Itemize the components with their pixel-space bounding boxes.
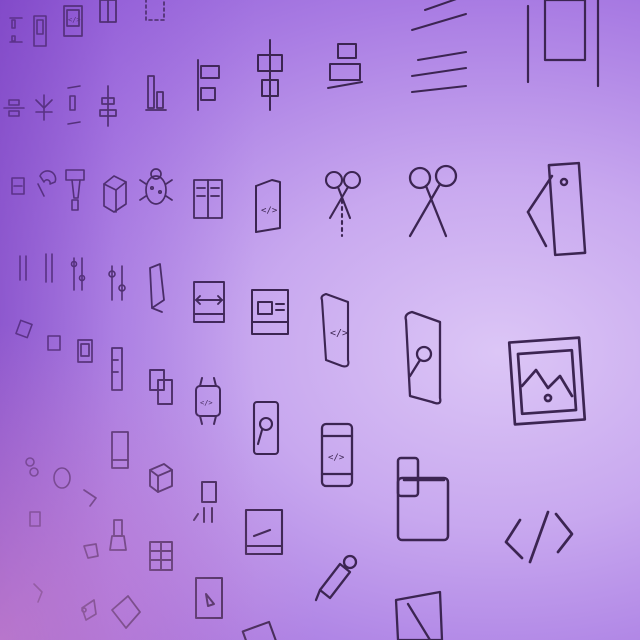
- book-icon: [193, 179, 223, 219]
- tablet-corner-icon: [241, 620, 279, 640]
- node-path-icon: [111, 595, 141, 629]
- align-right-boxes-icon: [99, 85, 117, 127]
- prism-icon: [149, 263, 165, 313]
- lasso-icon: [53, 467, 71, 489]
- picture-frame-icon: [33, 15, 47, 47]
- scissors-icon: [408, 164, 458, 238]
- brush-holder-icon: [11, 177, 25, 195]
- cursor-window-icon: [195, 577, 223, 619]
- eyedropper-icon: [314, 554, 358, 602]
- plug-icon: [193, 481, 217, 523]
- svg-text:</>: </>: [200, 399, 213, 407]
- code-brackets-icon: [504, 510, 574, 564]
- sliders-icon: [19, 253, 126, 301]
- tablet-small-icon: [77, 339, 93, 363]
- swatch-icon: [526, 161, 587, 257]
- bug-icon: [139, 168, 173, 205]
- brush-icon: [109, 519, 127, 551]
- align-justify-icon: [410, 50, 468, 94]
- scissors-cut-icon: [324, 170, 362, 238]
- align-bottom-bars-icon: [145, 75, 167, 111]
- align-right-icon: [411, 0, 467, 31]
- photo: </> </> </> </> </>: [0, 0, 640, 640]
- align-top-icon: [9, 17, 23, 43]
- icon-sheet-svg: </> </> </> </> </>: [3, 0, 600, 640]
- frame-small-icon: [47, 335, 61, 351]
- align-horizontal-lines-icon: [99, 0, 117, 23]
- align-left-bars-icon: [526, 0, 600, 88]
- svg-text:</>: </>: [261, 206, 278, 216]
- laptop-screen-icon: [244, 508, 284, 556]
- icon-sheet: </> </> </> </> </>: [0, 0, 640, 640]
- svg-text:</>: </>: [328, 453, 345, 463]
- devices-icon: [396, 456, 450, 542]
- code-book-icon: </>: [255, 179, 281, 233]
- selection-box-icon: [145, 0, 165, 21]
- align-right-stack-icon: [327, 43, 363, 89]
- code-scroll-icon: </>: [320, 292, 350, 368]
- touch-phone-icon: [252, 400, 280, 456]
- svg-text:</>: </>: [330, 328, 348, 339]
- box-3d-icon: [149, 463, 173, 493]
- cube-icon: [103, 175, 127, 213]
- align-left-boxes-icon: [197, 59, 220, 111]
- pencil-ruler-icon: [111, 347, 123, 391]
- code-phone-icon: </>: [320, 422, 354, 488]
- image-icon: [507, 336, 587, 426]
- align-vertical-center-icon: [35, 94, 53, 121]
- paint-roller-icon: [65, 169, 85, 211]
- magnet-icon: [37, 170, 57, 197]
- devices-small-icon: [149, 369, 173, 405]
- link-small-icon: [25, 457, 39, 477]
- pen-tool-icon: [81, 599, 97, 621]
- distribute-center-icon: [257, 39, 283, 111]
- arrow-small-icon: [83, 489, 97, 507]
- grid-table-icon: [149, 541, 173, 571]
- code-watch-icon: </>: [195, 377, 221, 425]
- doc-small-icon: [29, 511, 41, 527]
- draw-scroll-icon: [404, 310, 442, 405]
- path-small-icon: [33, 583, 43, 603]
- paper-cutter-icon: [394, 590, 444, 640]
- tag-icon: [83, 543, 99, 559]
- svg-text:</>: </>: [68, 16, 81, 24]
- align-center-lines-icon: [3, 99, 25, 117]
- crop-icon: [15, 319, 33, 339]
- code-window-icon: </>: [63, 5, 83, 37]
- layout-window-icon: [251, 289, 289, 335]
- phone-small-icon: [111, 431, 129, 469]
- resize-window-icon: [193, 281, 225, 323]
- align-bottom-icon: [67, 85, 81, 125]
